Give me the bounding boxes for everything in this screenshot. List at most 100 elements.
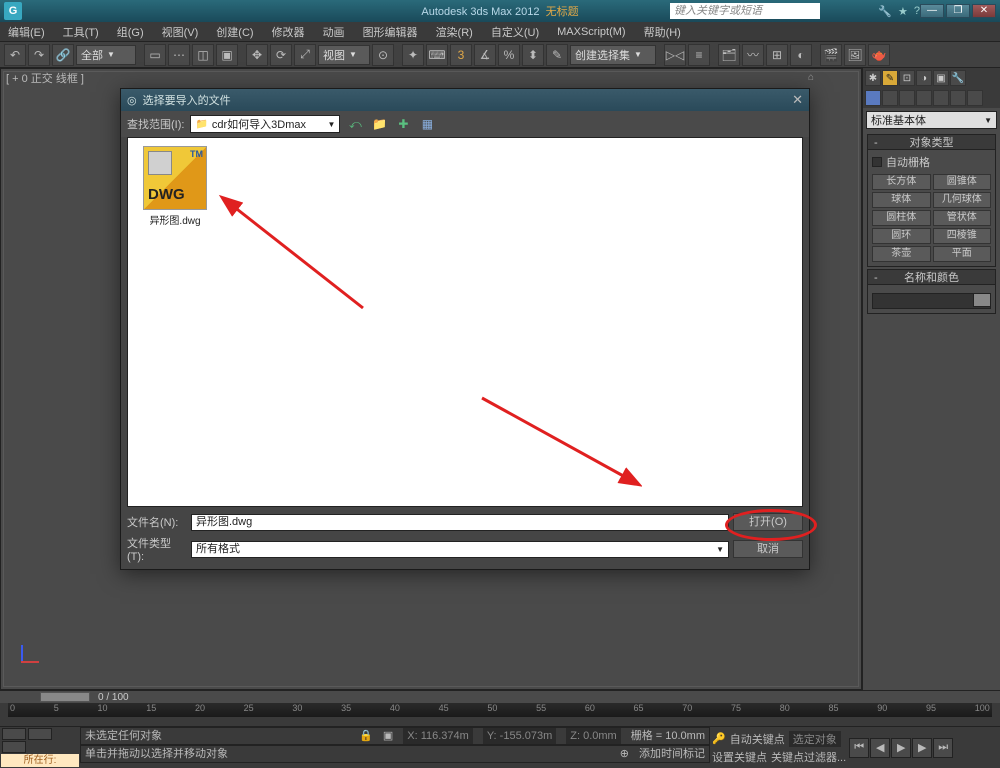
view-menu-icon[interactable]: ▦: [418, 115, 436, 133]
menu-modifiers[interactable]: 修改器: [268, 22, 309, 42]
coord-x[interactable]: X: 116.374m: [403, 728, 473, 744]
rollout-object-type[interactable]: 对象类型: [867, 134, 996, 150]
scale-icon[interactable]: ⤢: [294, 44, 316, 66]
menu-animation[interactable]: 动画: [319, 22, 349, 42]
key-filters-button[interactable]: 关键点过滤器...: [771, 749, 846, 765]
help-search-input[interactable]: 键入关键字或短语: [670, 3, 820, 19]
tab-display-icon[interactable]: ▣: [933, 70, 949, 86]
menu-edit[interactable]: 编辑(E): [4, 22, 49, 42]
time-slider-handle[interactable]: [40, 692, 90, 702]
lock-icon[interactable]: 🔒: [359, 728, 373, 744]
maximize-button[interactable]: ❐: [946, 4, 970, 18]
btn-geosphere[interactable]: 几何球体: [933, 192, 992, 208]
schematic-icon[interactable]: ⊞: [766, 44, 788, 66]
dialog-titlebar[interactable]: ◎ 选择要导入的文件 ✕: [121, 89, 809, 111]
render-frame-icon[interactable]: 🖼: [844, 44, 866, 66]
tab-modify-icon[interactable]: ✎: [882, 70, 898, 86]
setkey-button[interactable]: 设置关键点: [712, 749, 767, 765]
object-color-swatch[interactable]: [973, 293, 991, 307]
coord-y[interactable]: Y: -155.073m: [483, 728, 556, 744]
autokey-button[interactable]: 自动关键点: [730, 731, 785, 747]
autogrid-checkbox[interactable]: 自动栅格: [872, 154, 991, 170]
file-list-area[interactable]: DWG 异形图.dwg: [127, 137, 803, 507]
select-region-icon[interactable]: ◫: [192, 44, 214, 66]
render-setup-icon[interactable]: 🎬: [820, 44, 842, 66]
menu-rendering[interactable]: 渲染(R): [432, 22, 477, 42]
align-icon[interactable]: ≡: [688, 44, 710, 66]
back-icon[interactable]: ⤺: [346, 115, 364, 133]
add-time-marker[interactable]: 添加时间标记: [639, 746, 705, 762]
lock-mini-icon[interactable]: [2, 741, 26, 753]
dialog-close-icon[interactable]: ✕: [792, 92, 803, 108]
key-icon[interactable]: 🔑: [712, 732, 726, 745]
window-crossing-icon[interactable]: ▣: [216, 44, 238, 66]
menu-tools[interactable]: 工具(T): [59, 22, 103, 42]
filetype-dropdown[interactable]: 所有格式: [191, 541, 729, 558]
time-ruler[interactable]: 0510152025303540455055606570758085909510…: [8, 703, 992, 717]
file-item-dwg[interactable]: DWG 异形图.dwg: [136, 146, 214, 227]
up-icon[interactable]: 📁: [370, 115, 388, 133]
btn-pyramid[interactable]: 四棱锥: [933, 228, 992, 244]
btn-cone[interactable]: 圆锥体: [933, 174, 992, 190]
btn-plane[interactable]: 平面: [933, 246, 992, 262]
layer-icon[interactable]: 🗂: [718, 44, 740, 66]
curve-editor-icon[interactable]: 〰: [742, 44, 764, 66]
play-icon[interactable]: ▶: [891, 738, 911, 758]
percent-snap-icon[interactable]: %: [498, 44, 520, 66]
btn-sphere[interactable]: 球体: [872, 192, 931, 208]
cancel-button[interactable]: 取消: [733, 540, 803, 558]
look-in-dropdown[interactable]: cdr如何导入3Dmax: [190, 115, 340, 133]
star-icon[interactable]: ★: [898, 5, 908, 18]
new-folder-icon[interactable]: ✚: [394, 115, 412, 133]
undo-icon[interactable]: ↶: [4, 44, 26, 66]
cat-systems-icon[interactable]: [967, 90, 983, 106]
tab-motion-icon[interactable]: ◑: [916, 70, 932, 86]
move-icon[interactable]: ✥: [246, 44, 268, 66]
menu-customize[interactable]: 自定义(U): [487, 22, 543, 42]
select-icon[interactable]: ▭: [144, 44, 166, 66]
link-icon[interactable]: 🔗: [52, 44, 74, 66]
menu-create[interactable]: 创建(C): [212, 22, 257, 42]
cat-cameras-icon[interactable]: [916, 90, 932, 106]
tab-hierarchy-icon[interactable]: ⊡: [899, 70, 915, 86]
spinner-snap-icon[interactable]: ⬍: [522, 44, 544, 66]
menu-group[interactable]: 组(G): [113, 22, 148, 42]
time-tag-icon[interactable]: ⊕: [620, 746, 629, 762]
btn-torus[interactable]: 圆环: [872, 228, 931, 244]
key-target-dropdown[interactable]: 选定对象: [789, 731, 841, 747]
cat-shapes-icon[interactable]: [882, 90, 898, 106]
rollout-name-color[interactable]: 名称和颜色: [867, 269, 996, 285]
select-name-icon[interactable]: ⋯: [168, 44, 190, 66]
mirror-icon[interactable]: ▷◁: [664, 44, 686, 66]
info-icon[interactable]: 🔧: [878, 5, 892, 18]
listener-mini-icon[interactable]: [28, 728, 52, 740]
viewport-label[interactable]: [ + 0 正交 线框 ]: [6, 70, 84, 86]
render-icon[interactable]: 🫖: [868, 44, 890, 66]
tab-create-icon[interactable]: ✱: [865, 70, 881, 86]
btn-teapot[interactable]: 茶壶: [872, 246, 931, 262]
rotate-icon[interactable]: ⟳: [270, 44, 292, 66]
snap-icon[interactable]: 3: [450, 44, 472, 66]
app-logo-icon[interactable]: G: [4, 2, 22, 20]
coord-z[interactable]: Z: 0.0mm: [566, 728, 620, 744]
cat-geometry-icon[interactable]: [865, 90, 881, 106]
menu-grapheditors[interactable]: 图形编辑器: [359, 22, 422, 42]
minimize-button[interactable]: —: [920, 4, 944, 18]
selection-filter-dropdown[interactable]: 全部: [76, 45, 136, 65]
ref-coord-dropdown[interactable]: 视图: [318, 45, 370, 65]
keyboard-icon[interactable]: ⌨: [426, 44, 448, 66]
maxscript-mini-icon[interactable]: [2, 728, 26, 740]
filename-input[interactable]: 异形图.dwg: [191, 514, 729, 531]
menu-maxscript[interactable]: MAXScript(M): [553, 24, 629, 40]
goto-start-icon[interactable]: ⏮: [849, 738, 869, 758]
menu-help[interactable]: 帮助(H): [640, 22, 685, 42]
btn-box[interactable]: 长方体: [872, 174, 931, 190]
tab-utilities-icon[interactable]: 🔧: [950, 70, 966, 86]
cat-space-icon[interactable]: [950, 90, 966, 106]
next-frame-icon[interactable]: ▶: [912, 738, 932, 758]
btn-tube[interactable]: 管状体: [933, 210, 992, 226]
angle-snap-icon[interactable]: ∡: [474, 44, 496, 66]
edit-named-icon[interactable]: ✎: [546, 44, 568, 66]
goto-end-icon[interactable]: ⏭: [933, 738, 953, 758]
close-button[interactable]: ✕: [972, 4, 996, 18]
